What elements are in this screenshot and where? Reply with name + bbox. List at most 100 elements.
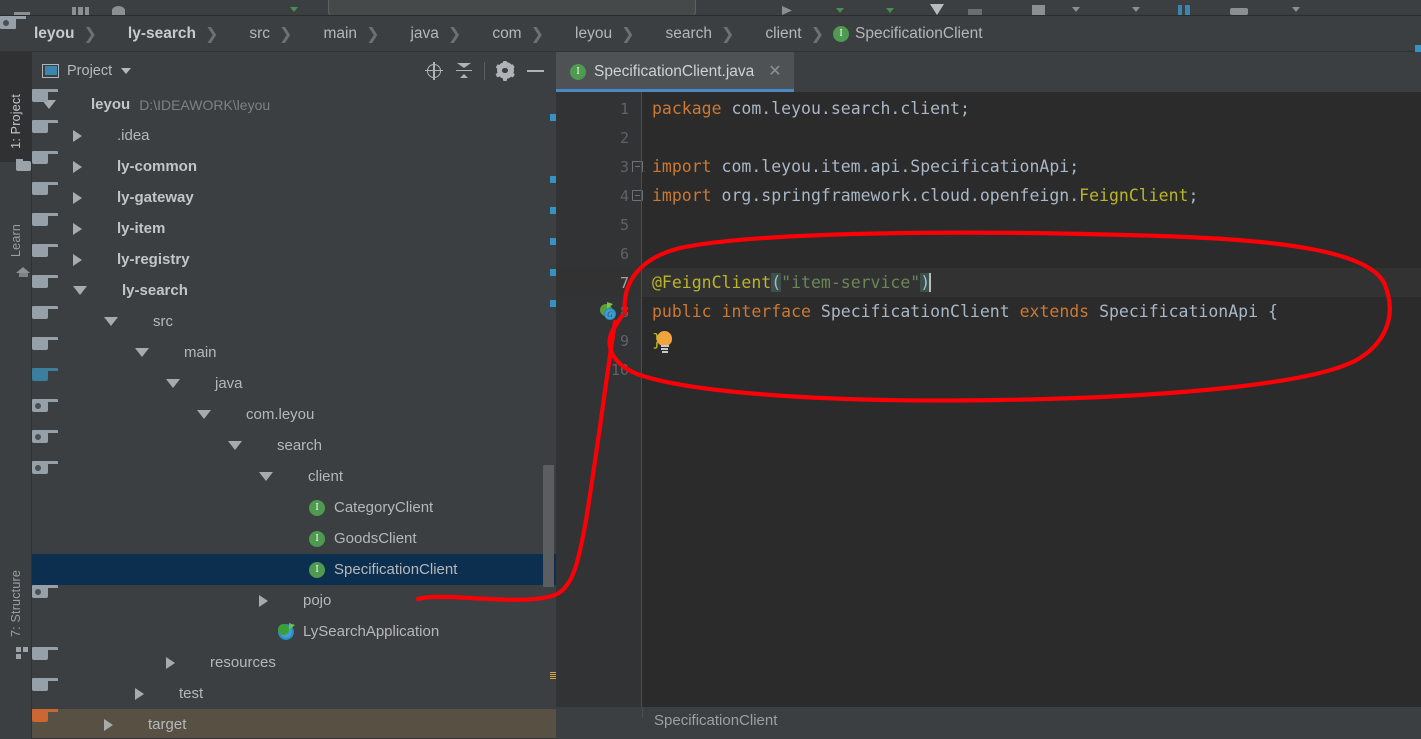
tree-item-client[interactable]: client [32,461,556,492]
locate-file-button[interactable] [419,56,449,86]
breadcrumb-item-main[interactable]: main [0,16,359,43]
chevron-right-icon[interactable] [73,222,82,235]
breadcrumb-item-search[interactable]: search [0,16,714,43]
project-panel-header: Project [32,52,556,89]
code-line[interactable] [642,123,1421,152]
toolwindow-button-favorites[interactable]: vorites [0,712,32,739]
chevron-right-icon[interactable] [73,129,82,142]
code-viewport[interactable]: 1 2 3 4 5 6 7 8 G 9 10 package com.leyou.search.cl… [556,92,1421,739]
chevron-down-icon[interactable] [1072,7,1080,12]
project-panel-title: Project [67,62,113,79]
tree-item-ly-registry[interactable]: ly-registry [32,244,556,276]
implemented-marker-icon[interactable]: G [600,302,617,320]
tree-item-pojo[interactable]: pojo [32,585,556,616]
code-line[interactable]: } [642,326,1421,355]
breadcrumb: leyou ❯ ly-search ❯ src ❯ main ❯ java ❯ com ❯ leyou ❯… [0,16,1421,52]
tree-item-ly-common[interactable]: ly-common [32,151,556,183]
breadcrumb-item-leyou[interactable]: leyou [0,16,1421,52]
chevron-down-icon[interactable] [166,379,180,388]
tree-item-target[interactable]: target [32,709,556,739]
line-number: 3 [619,157,629,176]
toolbar-icon[interactable] [886,8,894,13]
breadcrumb-item-com[interactable]: com [0,16,523,43]
chevron-right-icon[interactable] [73,191,82,204]
breadcrumb-item-src[interactable]: src [0,16,272,43]
chevron-right-icon[interactable] [166,656,175,669]
project-tree[interactable]: leyou D:\IDEAWORK\leyou .idea ly-common ly-g… [32,89,556,739]
toolwindow-button-learn[interactable]: Learn [0,170,32,277]
toolbar-icon[interactable] [112,6,125,15]
toolbar-icon[interactable] [1178,5,1190,15]
code-line[interactable]: package com.leyou.search.client; [642,94,1421,123]
breadcrumb-separator: ❯ [366,24,380,43]
chevron-down-icon[interactable] [259,472,273,481]
intention-bulb-icon[interactable] [656,331,674,353]
chevron-right-icon[interactable] [259,594,268,607]
chevron-down-icon[interactable] [1132,7,1140,12]
code-line[interactable]: public interface SpecificationClient ext… [642,297,1421,326]
chevron-down-icon[interactable] [121,67,132,74]
toolbar-icon[interactable] [930,4,944,15]
tree-item-search[interactable]: search [32,430,556,461]
run-configuration-selector[interactable] [328,0,696,15]
project-tree-scrollbar[interactable] [543,52,554,739]
toolbar-icon[interactable] [1032,5,1045,15]
chevron-right-icon[interactable] [104,718,113,731]
editor-gutter[interactable]: 1 2 3 4 5 6 7 8 G 9 10 [556,92,643,739]
chevron-right-icon[interactable] [135,687,144,700]
tree-item-ly-gateway[interactable]: ly-gateway [32,182,556,214]
toolwindow-button-project[interactable]: 1: Project [0,52,32,171]
tree-item-goodsclient[interactable]: I GoodsClient [32,523,556,554]
code-line[interactable] [642,355,1421,384]
breadcrumb-item-leyou[interactable]: leyou [0,16,614,43]
tree-item-main[interactable]: main [32,337,556,368]
chevron-down-icon[interactable] [197,410,211,419]
code-line[interactable] [642,210,1421,239]
chevron-down-icon[interactable] [73,286,87,295]
close-icon[interactable]: ✕ [768,64,781,80]
code-line[interactable]: import org.springframework.cloud.openfei… [642,181,1421,210]
code-lines[interactable]: package com.leyou.search.client; import c… [642,92,1421,739]
breadcrumb-item-java[interactable]: java [0,16,440,43]
tree-item-leyou[interactable]: leyou D:\IDEAWORK\leyou [32,89,556,121]
chevron-down-icon[interactable] [104,317,118,326]
toolwindow-button-structure[interactable]: 7: Structure [0,520,32,659]
tree-item-ly-search[interactable]: ly-search [32,275,556,307]
breadcrumb-separator: ❯ [810,24,825,43]
tree-item-categoryclient[interactable]: I CategoryClient [32,492,556,523]
toolbar-icon[interactable] [1230,8,1248,15]
chevron-right-icon[interactable] [73,253,82,266]
editor-tab-specificationclient[interactable]: I SpecificationClient.java ✕ [556,52,794,92]
tree-item-test[interactable]: test [32,678,556,709]
tree-item-com-leyou[interactable]: com.leyou [32,399,556,430]
chevron-down-icon[interactable] [228,441,242,450]
chevron-down-icon[interactable] [135,348,149,357]
chevron-right-icon[interactable] [73,160,82,173]
breadcrumb-item-specificationclient[interactable]: I SpecificationClient [831,25,985,43]
tree-item-src[interactable]: src [32,306,556,337]
toolbar-icon[interactable] [968,9,982,15]
chevron-down-icon[interactable] [1292,7,1300,12]
tree-item-java[interactable]: java [32,368,556,399]
tree-item-resources[interactable]: resources [32,647,556,680]
toolbar-icon[interactable] [72,7,89,15]
breadcrumb-item-client[interactable]: client [0,16,803,43]
code-line[interactable] [642,239,1421,268]
run-dropdown-icon[interactable] [290,7,298,12]
code-line[interactable]: @FeignClient("item-service") [642,268,1421,297]
tree-item--idea[interactable]: .idea [32,120,556,151]
code-token: @FeignClient [652,273,772,292]
tree-item-label: ly-registry [117,251,190,268]
tree-item-ly-item[interactable]: ly-item [32,213,556,245]
settings-button[interactable] [490,56,520,86]
collapse-all-button[interactable] [449,56,479,86]
scrollbar-thumb[interactable] [543,465,554,587]
tree-item-specificationclient[interactable]: I SpecificationClient [32,554,556,585]
breadcrumb-item-ly-search[interactable]: ly-search [0,16,1421,52]
code-line[interactable]: import com.leyou.item.api.SpecificationA… [642,152,1421,181]
tree-item-lysearchapplication[interactable]: LySearchApplication [32,616,556,647]
toolbar-icon[interactable] [14,12,30,15]
run-button-icon[interactable] [782,6,792,15]
project-panel-actions [419,56,550,86]
debug-icon[interactable] [836,8,844,13]
